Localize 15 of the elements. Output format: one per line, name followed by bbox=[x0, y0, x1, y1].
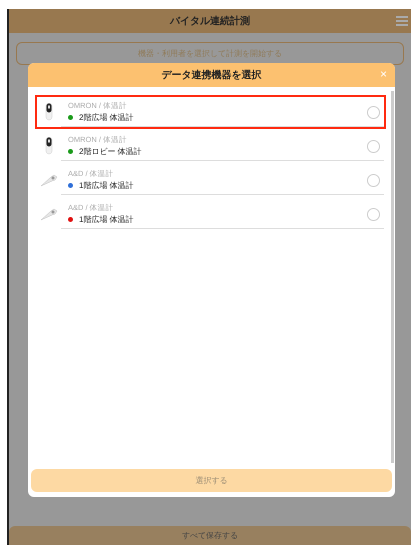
radio-button[interactable] bbox=[367, 140, 380, 153]
device-name: 2階広場 体温計 bbox=[79, 112, 134, 122]
radio-button[interactable] bbox=[367, 208, 380, 221]
dialog-title: データ連携機器を選択 bbox=[162, 68, 262, 82]
thermometer-icon bbox=[45, 103, 53, 121]
thermometer-icon bbox=[40, 207, 58, 221]
radio-button[interactable] bbox=[367, 174, 380, 187]
device-name: 1階広場 体温計 bbox=[79, 180, 134, 190]
device-name: 2階ロビー 体温計 bbox=[79, 146, 142, 156]
thermometer-icon bbox=[40, 173, 58, 187]
thermometer-icon bbox=[45, 137, 53, 155]
app-title: バイタル連続計測 bbox=[170, 14, 250, 28]
device-name: 1階広場 体温計 bbox=[79, 214, 134, 224]
radio-button[interactable] bbox=[367, 106, 380, 119]
menu-icon[interactable] bbox=[396, 16, 408, 26]
